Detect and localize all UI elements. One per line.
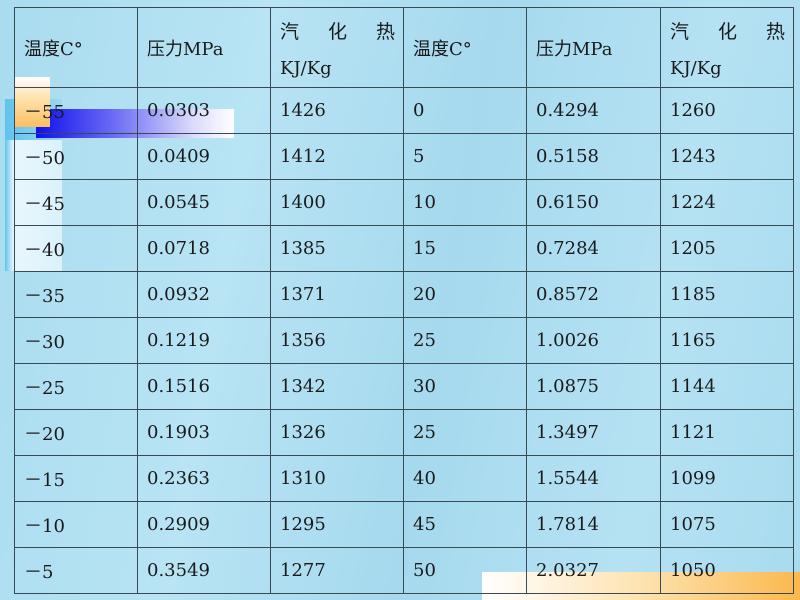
temperature-cell: 50 — [403, 547, 527, 594]
pressure-cell: 0.0303 — [137, 87, 271, 134]
header-heat: 汽 化 热 KJ/Kg — [660, 7, 794, 88]
heat-cell: 1165 — [660, 317, 794, 364]
temperature-cell: －10 — [14, 501, 138, 548]
header-heat: 汽 化 热 KJ/Kg — [270, 7, 404, 88]
pressure-cell: 0.7284 — [526, 225, 661, 272]
heat-cell: 1326 — [270, 409, 404, 456]
pressure-cell: 1.0026 — [526, 317, 661, 364]
heat-cell: 1371 — [270, 271, 404, 318]
heat-cell: 1412 — [270, 133, 404, 180]
header-row: 温度C° 压力MPa 汽 化 热 KJ/Kg 温度C° 压力MPa 汽 化 热 KJ/K… — [14, 7, 794, 88]
heat-cell: 1185 — [660, 271, 794, 318]
pressure-cell: 1.3497 — [526, 409, 661, 456]
table-row: －10 0.2909 1295 45 1.7814 1075 — [14, 501, 794, 548]
temperature-cell: －55 — [14, 87, 138, 134]
temperature-cell: －45 — [14, 179, 138, 226]
heat-cell: 1144 — [660, 363, 794, 410]
pressure-cell: 0.0409 — [137, 133, 271, 180]
heat-cell: 1385 — [270, 225, 404, 272]
temperature-cell: －15 — [14, 455, 138, 502]
temperature-cell: 45 — [403, 501, 527, 548]
pressure-cell: 0.2363 — [137, 455, 271, 502]
temperature-cell: －25 — [14, 363, 138, 410]
heat-cell: 1260 — [660, 87, 794, 134]
header-heat-char: 汽 — [280, 20, 300, 43]
heat-cell: 1205 — [660, 225, 794, 272]
heat-cell: 1099 — [660, 455, 794, 502]
temperature-cell: －30 — [14, 317, 138, 364]
table-row: －5 0.3549 1277 50 2.0327 1050 — [14, 547, 794, 594]
heat-cell: 1277 — [270, 547, 404, 594]
table-row: －40 0.0718 1385 15 0.7284 1205 — [14, 225, 794, 272]
heat-cell: 1121 — [660, 409, 794, 456]
table-row: －20 0.1903 1326 25 1.3497 1121 — [14, 409, 794, 456]
temperature-cell: －5 — [14, 547, 138, 594]
temperature-cell: 10 — [403, 179, 527, 226]
header-temperature: 温度C° — [14, 7, 138, 88]
table-row: －50 0.0409 1412 5 0.5158 1243 — [14, 133, 794, 180]
pressure-cell: 0.0545 — [137, 179, 271, 226]
temperature-cell: 25 — [403, 409, 527, 456]
pressure-cell: 0.8572 — [526, 271, 661, 318]
table-row: －45 0.0545 1400 10 0.6150 1224 — [14, 179, 794, 226]
heat-cell: 1310 — [270, 455, 404, 502]
pressure-cell: 0.3549 — [137, 547, 271, 594]
heat-cell: 1243 — [660, 133, 794, 180]
pressure-cell: 0.0932 — [137, 271, 271, 318]
pressure-cell: 0.4294 — [526, 87, 661, 134]
pressure-cell: 0.1903 — [137, 409, 271, 456]
pressure-cell: 0.1219 — [137, 317, 271, 364]
pressure-cell: 1.7814 — [526, 501, 661, 548]
header-heat-char: 热 — [765, 20, 785, 43]
pressure-cell: 1.5544 — [526, 455, 661, 502]
temperature-cell: －20 — [14, 409, 138, 456]
header-heat-char: 化 — [717, 20, 737, 43]
temperature-cell: 30 — [403, 363, 527, 410]
temperature-cell: 40 — [403, 455, 527, 502]
data-table: 温度C° 压力MPa 汽 化 热 KJ/Kg 温度C° 压力MPa 汽 化 热 KJ/K… — [14, 7, 794, 594]
header-heat-char: 热 — [375, 20, 395, 43]
header-heat-unit: KJ/Kg — [280, 57, 332, 79]
temperature-cell: －40 — [14, 225, 138, 272]
header-heat-char: 化 — [327, 20, 347, 43]
header-pressure: 压力MPa — [526, 7, 661, 88]
table-row: －30 0.1219 1356 25 1.0026 1165 — [14, 317, 794, 364]
temperature-cell: －50 — [14, 133, 138, 180]
table-row: －35 0.0932 1371 20 0.8572 1185 — [14, 271, 794, 318]
pressure-cell: 1.0875 — [526, 363, 661, 410]
temperature-cell: 0 — [403, 87, 527, 134]
table-row: －15 0.2363 1310 40 1.5544 1099 — [14, 455, 794, 502]
heat-cell: 1426 — [270, 87, 404, 134]
heat-cell: 1356 — [270, 317, 404, 364]
temperature-cell: 20 — [403, 271, 527, 318]
pressure-cell: 0.2909 — [137, 501, 271, 548]
header-heat-char: 汽 — [670, 20, 690, 43]
heat-cell: 1342 — [270, 363, 404, 410]
pressure-cell: 0.1516 — [137, 363, 271, 410]
heat-cell: 1295 — [270, 501, 404, 548]
pressure-cell: 0.5158 — [526, 133, 661, 180]
temperature-cell: 15 — [403, 225, 527, 272]
temperature-cell: 25 — [403, 317, 527, 364]
pressure-cell: 0.6150 — [526, 179, 661, 226]
temperature-cell: 5 — [403, 133, 527, 180]
table-row: －55 0.0303 1426 0 0.4294 1260 — [14, 87, 794, 134]
temperature-cell: －35 — [14, 271, 138, 318]
pressure-cell: 2.0327 — [526, 547, 661, 594]
table-row: －25 0.1516 1342 30 1.0875 1144 — [14, 363, 794, 410]
heat-cell: 1050 — [660, 547, 794, 594]
pressure-cell: 0.0718 — [137, 225, 271, 272]
header-pressure: 压力MPa — [137, 7, 271, 88]
heat-cell: 1075 — [660, 501, 794, 548]
header-temperature: 温度C° — [403, 7, 527, 88]
heat-cell: 1400 — [270, 179, 404, 226]
heat-cell: 1224 — [660, 179, 794, 226]
header-heat-unit: KJ/Kg — [670, 57, 722, 79]
